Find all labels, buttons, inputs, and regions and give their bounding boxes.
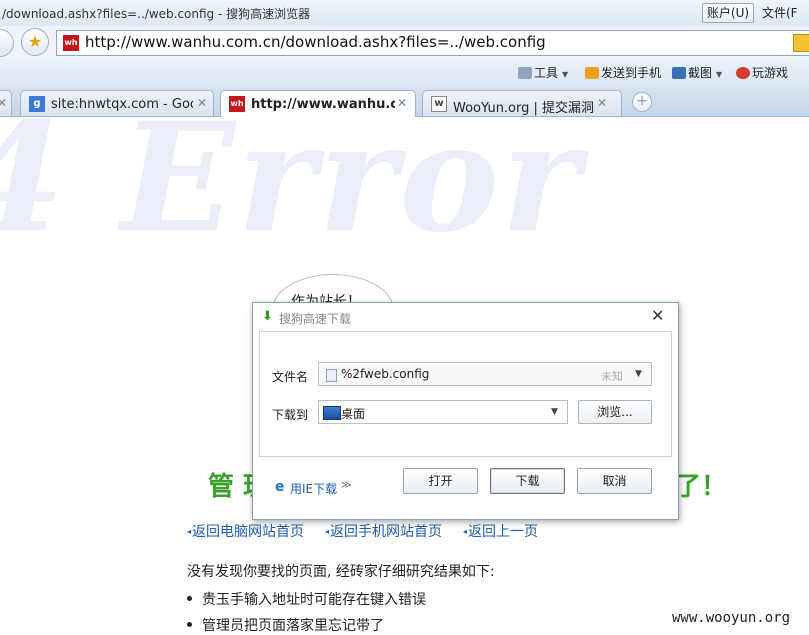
chevron-down-icon: ▼ [716, 70, 723, 79]
bullet-icon [187, 622, 192, 627]
toolbar: 工具 ▼ 发送到手机 截图 ▼ 玩游戏 [0, 58, 809, 86]
filename-value[interactable]: %2fweb.config [341, 367, 429, 381]
arrow-left-icon: ◂ [463, 527, 468, 536]
window-title: /download.ashx?files=../web.config - 搜狗高… [2, 7, 311, 21]
menu-file[interactable]: 文件(F [762, 4, 798, 21]
cancel-button[interactable]: 取消 [577, 468, 652, 494]
use-ie-download-link[interactable]: 用IE下载 [290, 480, 337, 497]
reason-item: 管理员把页面落家里忘记带了 [187, 615, 384, 635]
site-favicon-icon: wh [63, 35, 79, 51]
link-back-pc-home[interactable]: ◂返回电脑网站首页 [187, 521, 304, 541]
arrow-left-icon: ◂ [325, 527, 330, 536]
screenshot-button[interactable]: 截图 ▼ [672, 64, 722, 81]
window-title-bar: /download.ashx?files=../web.config - 搜狗高… [0, 0, 809, 27]
link-label: 返回电脑网站首页 [192, 524, 305, 540]
star-icon: ★ [27, 32, 43, 51]
filename-label: 文件名 [272, 370, 309, 384]
reason-item: 贵玉手输入地址时可能存在键入错误 [187, 589, 426, 609]
close-icon[interactable]: ✕ [651, 306, 664, 325]
dialog-title: 搜狗高速下载 [279, 312, 352, 326]
send-to-phone-button[interactable]: 发送到手机 [585, 64, 661, 81]
filesize-value: 未知 [601, 370, 623, 383]
notfound-text: 没有发现你要找的页面, 经砖家仔细研究结果如下: [187, 564, 495, 580]
error-background-text: 4 Error [0, 90, 583, 266]
chevron-down-icon[interactable]: ▼ [551, 407, 558, 417]
screenshot-label: 截图 [688, 66, 713, 80]
tools-label: 工具 [534, 66, 559, 80]
link-back-previous[interactable]: ◂返回上一页 [463, 521, 538, 541]
plus-icon: + [636, 93, 648, 109]
saveto-label: 下载到 [272, 408, 309, 422]
folder-icon[interactable] [793, 34, 809, 52]
chevron-down-icon[interactable]: ▼ [635, 369, 642, 379]
desktop-icon [323, 406, 341, 420]
reason-text: 管理员把页面落家里忘记带了 [202, 618, 384, 634]
screenshot-icon [672, 67, 686, 79]
bullet-icon [187, 596, 192, 601]
saveto-value: 桌面 [341, 407, 366, 421]
chevron-down-icon: ▼ [562, 70, 569, 79]
double-chevron-down-icon[interactable]: ≫ [341, 480, 351, 491]
tools-icon [518, 67, 532, 79]
reason-text: 贵玉手输入地址时可能存在键入错误 [202, 592, 426, 608]
url-text[interactable]: http://www.wanhu.com.cn/download.ashx?fi… [85, 33, 546, 51]
download-arrow-icon: ⬇ [262, 309, 273, 324]
send-to-phone-icon [585, 67, 599, 79]
dialog-body: 文件名 %2fweb.config 未知 ▼ 下载到 桌面 ▼ 浏览... [259, 331, 672, 457]
download-dialog: ⬇ 搜狗高速下载 ✕ 文件名 %2fweb.config 未知 ▼ 下载到 桌面… [252, 302, 679, 520]
new-tab-button[interactable]: + [632, 92, 652, 112]
games-icon [736, 67, 750, 79]
tools-menu-button[interactable]: 工具 ▼ [518, 64, 568, 81]
open-button[interactable]: 打开 [403, 468, 478, 494]
send-to-phone-label: 发送到手机 [601, 66, 662, 80]
download-button[interactable]: 下载 [490, 468, 565, 494]
favorite-star-button[interactable]: ★ [21, 28, 49, 56]
dialog-title-bar[interactable]: ⬇ 搜狗高速下载 ✕ [253, 303, 678, 330]
play-games-button[interactable]: 玩游戏 [736, 64, 788, 81]
address-input[interactable]: wh http://www.wanhu.com.cn/download.ashx… [56, 30, 809, 56]
close-icon[interactable]: ✕ [597, 96, 607, 110]
watermark: www.wooyun.org [672, 610, 791, 626]
link-label: 返回上一页 [468, 524, 539, 540]
file-icon [326, 369, 337, 382]
link-back-mobile-home[interactable]: ◂返回手机网站首页 [325, 521, 442, 541]
link-label: 返回手机网站首页 [330, 524, 443, 540]
play-games-label: 玩游戏 [752, 66, 789, 80]
headline-right: 了！ [675, 472, 728, 502]
ie-icon: e [275, 479, 285, 495]
saveto-select[interactable]: 桌面 ▼ [318, 400, 568, 424]
back-button[interactable]: ◀ [0, 29, 14, 57]
browse-button[interactable]: 浏览... [578, 400, 652, 424]
menu-account[interactable]: 账户(U) [702, 3, 754, 23]
address-row: ◀ ★ wh http://www.wanhu.com.cn/download.… [0, 26, 809, 58]
arrow-left-icon: ◂ [187, 527, 192, 536]
filename-field[interactable]: %2fweb.config 未知 ▼ [318, 362, 652, 386]
